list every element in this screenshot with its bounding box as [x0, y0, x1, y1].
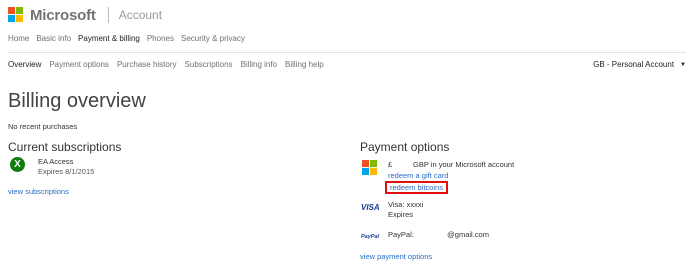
- subscriptions-heading: Current subscriptions: [8, 140, 122, 154]
- tab-purchase-history[interactable]: Purchase history: [117, 60, 177, 69]
- nav-basic-info[interactable]: Basic info: [36, 34, 71, 43]
- primary-nav: Home Basic info Payment & billing Phones…: [8, 34, 245, 43]
- tab-billing-info[interactable]: Billing info: [241, 60, 277, 69]
- gbp-balance: £ GBP in your Microsoft account: [388, 160, 515, 169]
- header-divider: [107, 7, 109, 23]
- visa-expiry: Expires: [388, 210, 414, 219]
- view-payment-options-link[interactable]: view payment options: [360, 252, 432, 261]
- paypal-account: PayPal: @gmail.com: [388, 230, 489, 239]
- nav-phones[interactable]: Phones: [147, 34, 174, 43]
- subscription-expiry: Expires 8/1/2015: [38, 167, 95, 176]
- nav-security-privacy[interactable]: Security & privacy: [181, 34, 245, 43]
- redeem-bitcoins-link[interactable]: redeem bitcoins: [385, 181, 448, 194]
- account-selector-label: GB - Personal Account: [593, 60, 675, 69]
- caret-down-icon: ▼: [680, 61, 686, 68]
- redeem-gift-card-link[interactable]: redeem a gift card: [388, 171, 448, 180]
- paypal-icon: PayPal: [361, 234, 380, 240]
- tab-payment-options[interactable]: Payment options: [49, 60, 109, 69]
- account-title[interactable]: Account: [119, 8, 162, 22]
- visa-icon: VISA: [361, 203, 380, 212]
- secondary-nav: Overview Payment options Purchase histor…: [8, 60, 324, 69]
- xbox-icon: X: [10, 157, 25, 172]
- tab-overview[interactable]: Overview: [8, 60, 41, 69]
- microsoft-logo-icon[interactable]: [8, 7, 24, 23]
- page-title: Billing overview: [8, 90, 146, 112]
- payment-options-heading: Payment options: [360, 140, 450, 154]
- view-subscriptions-link[interactable]: view subscriptions: [8, 187, 69, 196]
- nav-home[interactable]: Home: [8, 34, 29, 43]
- account-selector[interactable]: GB - Personal Account ▼: [593, 60, 686, 69]
- no-recent-purchases: No recent purchases: [8, 122, 78, 131]
- nav-divider: [8, 52, 686, 53]
- tab-subscriptions[interactable]: Subscriptions: [185, 60, 233, 69]
- top-bar: Microsoft Account: [8, 6, 162, 24]
- nav-payment-billing[interactable]: Payment & billing: [78, 34, 140, 43]
- visa-card-number: Visa: xxxxi: [388, 200, 424, 209]
- tab-billing-help[interactable]: Billing help: [285, 60, 324, 69]
- microsoft-account-icon: [362, 160, 377, 175]
- brand-name[interactable]: Microsoft: [30, 7, 96, 24]
- subscription-name: EA Access: [38, 157, 74, 166]
